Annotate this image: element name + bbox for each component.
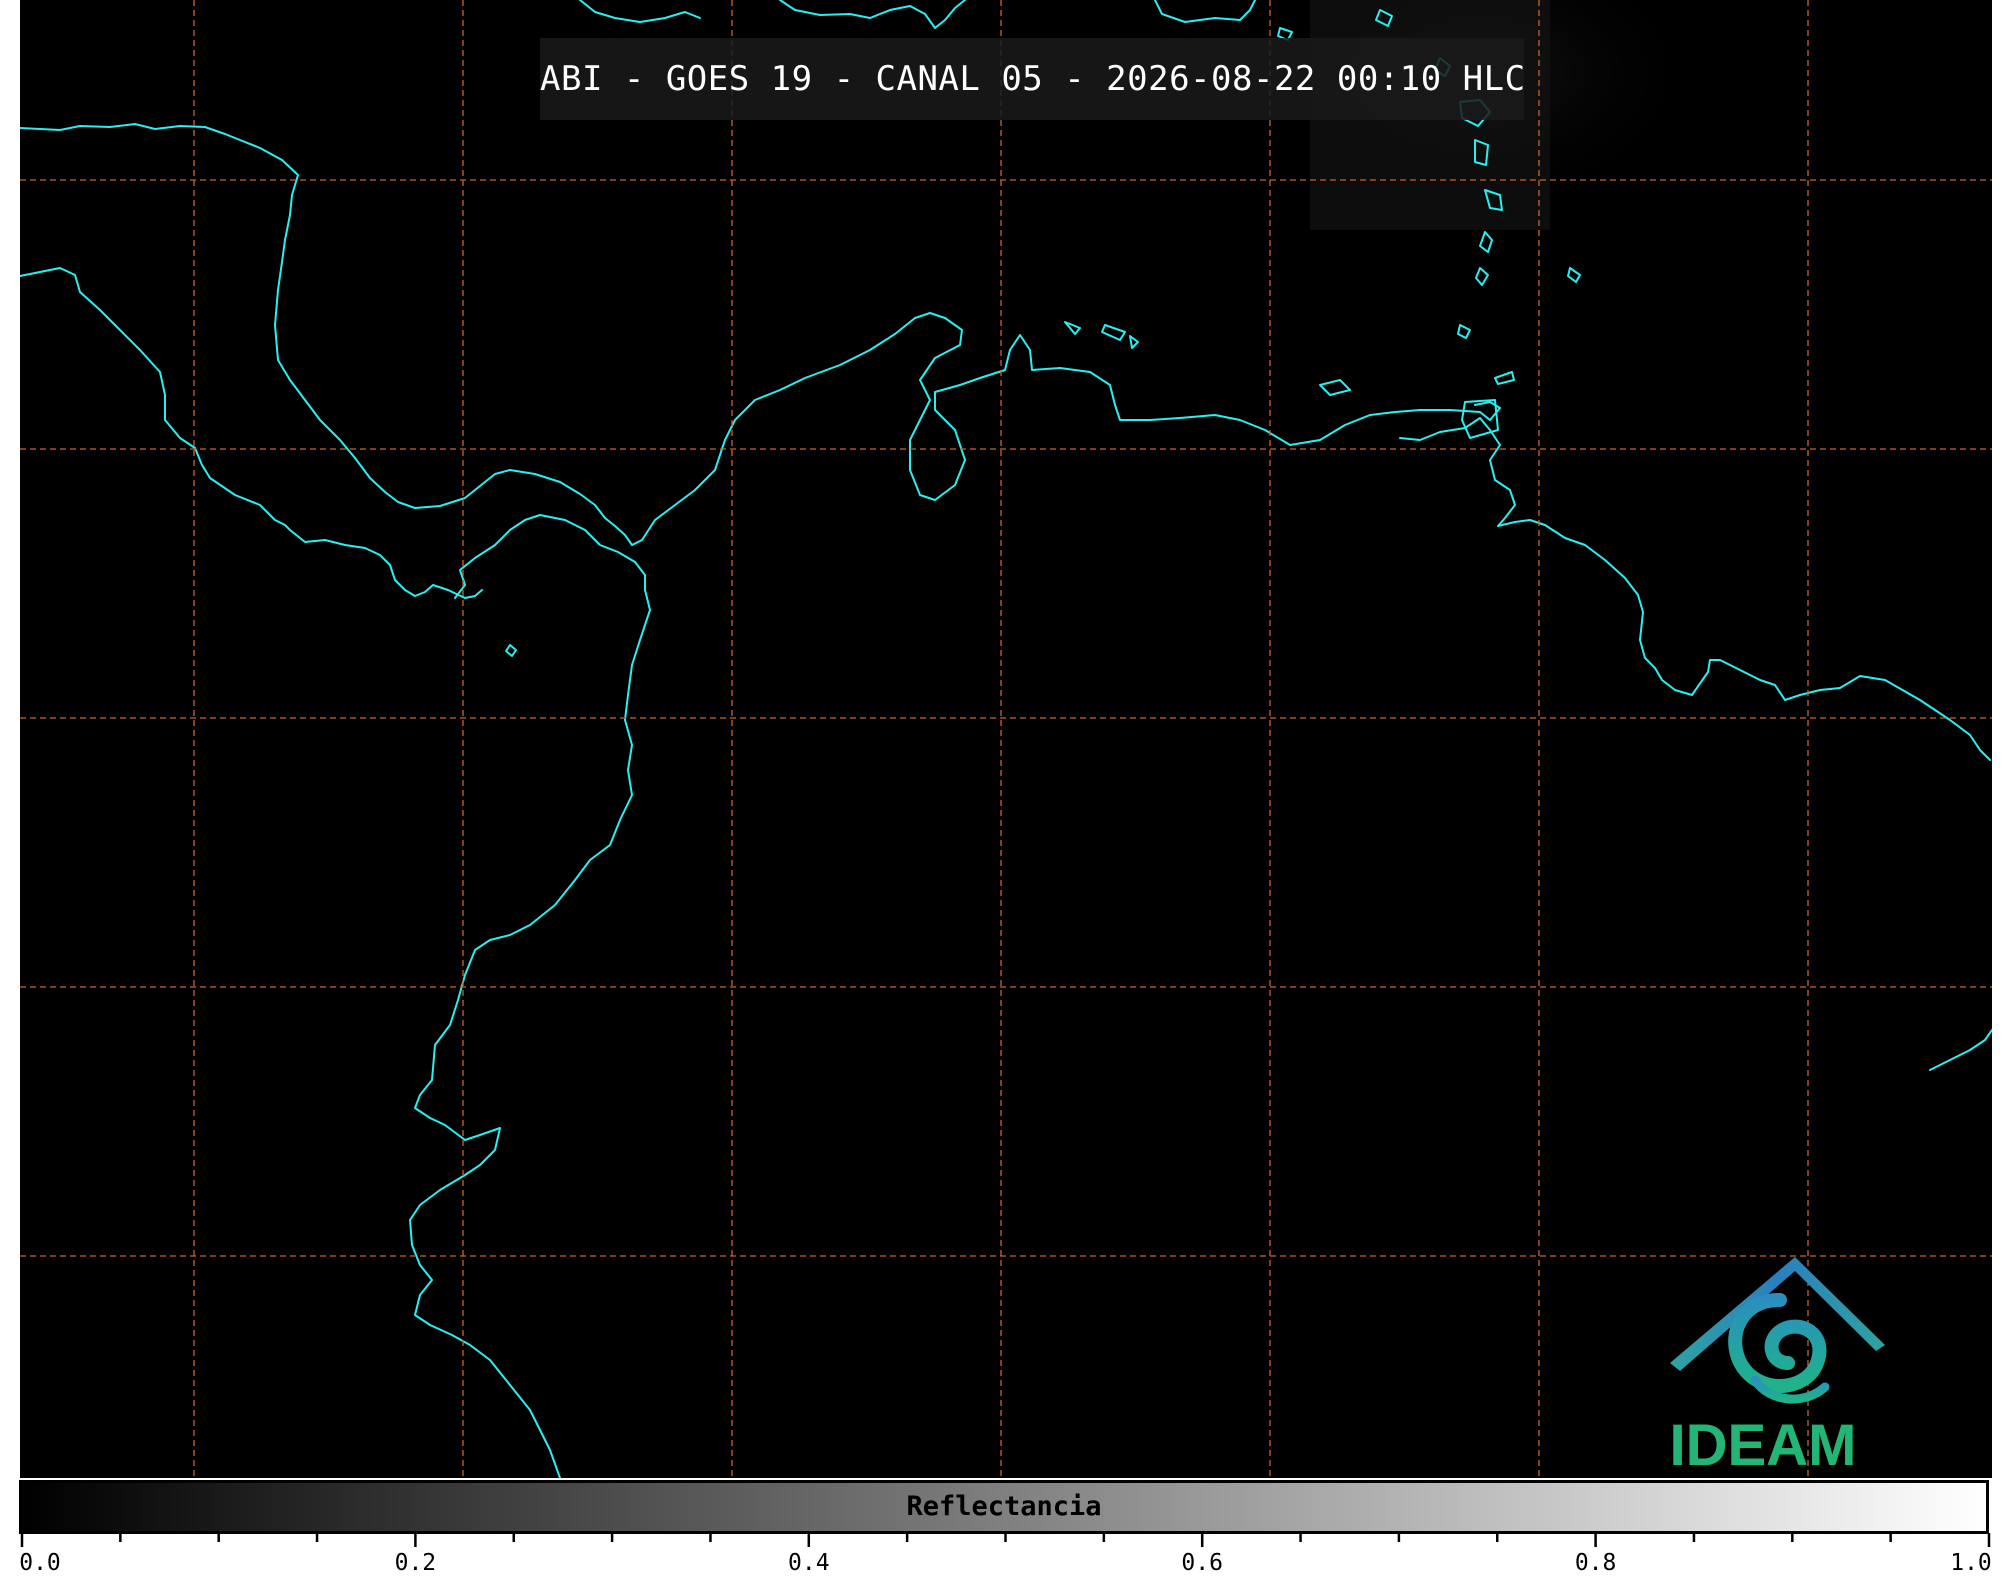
- island-st-vincent: [1475, 267, 1489, 286]
- colorbar-tick-label: 0.2: [394, 1550, 437, 1576]
- coastline-yucatan: [20, 123, 633, 546]
- colorbar-tick-label: 0.4: [788, 1550, 830, 1576]
- colorbar-tick-label: 0.8: [1574, 1550, 1617, 1576]
- ideam-logo-icon: [1670, 1257, 1885, 1404]
- island-bonaire: [1129, 335, 1139, 349]
- coastline-colombia-caribbean: [631, 312, 1501, 546]
- coastline-brazil: [1929, 1029, 1992, 1071]
- colorbar-ticks: [20, 1533, 1991, 1547]
- coastline-central-america-pacific: [20, 267, 483, 599]
- coastline-puerto-rico: [1154, 0, 1256, 23]
- logo-swirl: [1728, 1293, 1830, 1404]
- island-barbados: [1567, 267, 1581, 283]
- island-curacao: [1101, 324, 1126, 341]
- logo-wordmark: IDEAM: [1669, 1413, 1857, 1478]
- coastline-cuba: [579, 0, 701, 23]
- island-grenada: [1457, 324, 1471, 339]
- colorbar-tick-label: 1.0: [1950, 1550, 1992, 1576]
- island-margarita: [1319, 379, 1351, 396]
- coastline-colombia-pacific: [409, 589, 651, 1478]
- island-san-andres: [505, 644, 517, 657]
- island-aruba: [1064, 321, 1081, 335]
- coastline-hispaniola: [779, 0, 966, 29]
- map-title: ABI - GOES 19 - CANAL 05 - 2026-08-22 00…: [540, 59, 1526, 99]
- colorbar-tick-label: 0.6: [1181, 1550, 1223, 1576]
- colorbar-label: Reflectancia: [906, 1491, 1102, 1522]
- coastline-venezuela-guyana: [1399, 417, 1991, 761]
- island-tobago: [1494, 371, 1515, 385]
- colorbar-tick-label: 0.0: [19, 1550, 61, 1576]
